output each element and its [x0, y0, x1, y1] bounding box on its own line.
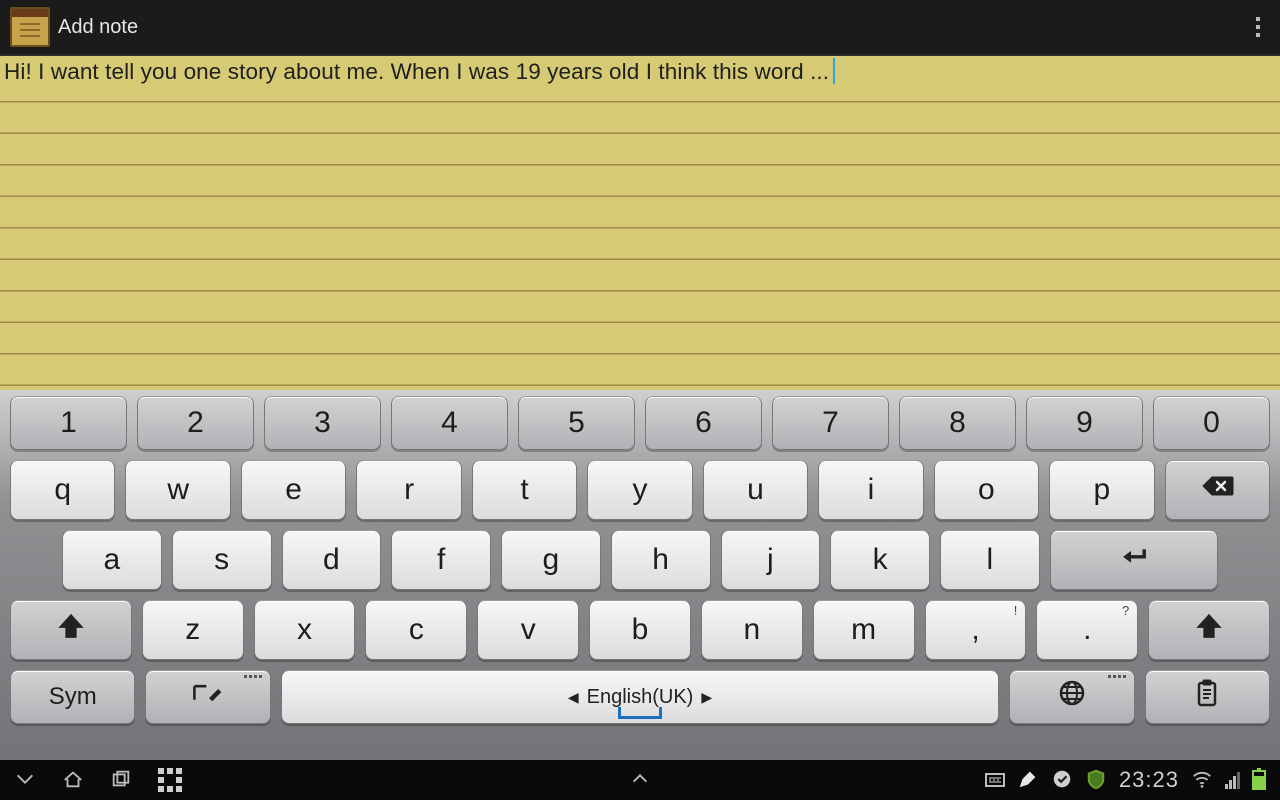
- key-enter[interactable]: [1050, 530, 1218, 590]
- screenshot-icon[interactable]: [158, 768, 182, 792]
- key-shift-right[interactable]: [1148, 600, 1270, 660]
- key-period[interactable]: .?: [1036, 600, 1138, 660]
- nav-expand-icon[interactable]: [629, 777, 651, 793]
- key-b[interactable]: b: [589, 600, 691, 660]
- key-g[interactable]: g: [501, 530, 601, 590]
- clipboard-icon: [1190, 678, 1224, 716]
- shift-up-icon: [1192, 611, 1226, 649]
- chevron-right-icon: ▶: [701, 689, 712, 706]
- system-bar: 23:23: [0, 760, 1280, 800]
- key-o[interactable]: o: [934, 460, 1039, 520]
- key-shift-left[interactable]: [10, 600, 132, 660]
- key-u[interactable]: u: [703, 460, 808, 520]
- globe-icon: [1055, 678, 1089, 716]
- nav-home-icon[interactable]: [62, 768, 84, 793]
- pencil-icon[interactable]: [1017, 768, 1039, 793]
- key-c[interactable]: c: [365, 600, 467, 660]
- key-3[interactable]: 3: [264, 396, 381, 450]
- handwriting-icon: [191, 678, 225, 716]
- chevron-left-icon: ◀: [568, 689, 579, 706]
- key-language[interactable]: [1009, 670, 1134, 724]
- key-row-home: a s d f g h j k l: [10, 530, 1270, 590]
- overflow-menu-icon[interactable]: [1246, 15, 1270, 39]
- key-h[interactable]: h: [611, 530, 711, 590]
- key-t[interactable]: t: [472, 460, 577, 520]
- key-q[interactable]: q: [10, 460, 115, 520]
- key-9[interactable]: 9: [1026, 396, 1143, 450]
- backspace-icon: [1200, 471, 1234, 509]
- key-y[interactable]: y: [587, 460, 692, 520]
- battery-icon: [1252, 770, 1266, 790]
- key-w[interactable]: w: [125, 460, 230, 520]
- key-comma[interactable]: ,!: [925, 600, 1027, 660]
- key-n[interactable]: n: [701, 600, 803, 660]
- key-row-bottom: z x c v b n m ,! .?: [10, 600, 1270, 660]
- key-8[interactable]: 8: [899, 396, 1016, 450]
- key-e[interactable]: e: [241, 460, 346, 520]
- sync-ok-icon: [1051, 768, 1073, 793]
- key-4[interactable]: 4: [391, 396, 508, 450]
- key-d[interactable]: d: [282, 530, 382, 590]
- key-f[interactable]: f: [391, 530, 491, 590]
- note-text-content: Hi! I want tell you one story about me. …: [4, 58, 835, 85]
- key-j[interactable]: j: [721, 530, 821, 590]
- key-1[interactable]: 1: [10, 396, 127, 450]
- note-editor[interactable]: Hi! I want tell you one story about me. …: [0, 56, 1280, 390]
- key-v[interactable]: v: [477, 600, 579, 660]
- enter-icon: [1117, 541, 1151, 579]
- key-m[interactable]: m: [813, 600, 915, 660]
- key-5[interactable]: 5: [518, 396, 635, 450]
- key-x[interactable]: x: [254, 600, 356, 660]
- space-bar-icon: [618, 707, 662, 719]
- key-r[interactable]: r: [356, 460, 461, 520]
- key-k[interactable]: k: [830, 530, 930, 590]
- key-handwriting[interactable]: [145, 670, 270, 724]
- key-row-numbers: 1 2 3 4 5 6 7 8 9 0: [10, 396, 1270, 450]
- longpress-dots-icon: [1108, 675, 1126, 678]
- shift-up-icon: [54, 611, 88, 649]
- security-shield-icon: [1085, 768, 1107, 793]
- key-backspace[interactable]: [1165, 460, 1270, 520]
- key-row-qwerty: q w e r t y u i o p: [10, 460, 1270, 520]
- key-s[interactable]: s: [172, 530, 272, 590]
- key-2[interactable]: 2: [137, 396, 254, 450]
- wifi-icon: [1191, 768, 1213, 793]
- key-i[interactable]: i: [818, 460, 923, 520]
- text-cursor: [833, 58, 835, 84]
- key-z[interactable]: z: [142, 600, 244, 660]
- signal-icon: [1225, 771, 1240, 789]
- key-sym[interactable]: Sym: [10, 670, 135, 724]
- key-row-fn: Sym ◀ English(UK) ▶: [10, 670, 1270, 724]
- nav-recent-icon[interactable]: [110, 768, 132, 793]
- ime-indicator-icon[interactable]: [985, 773, 1005, 787]
- soft-keyboard: 1 2 3 4 5 6 7 8 9 0 q w e r t y u i o p …: [0, 390, 1280, 760]
- space-language-label: English(UK): [587, 686, 694, 709]
- app-bar: Add note: [0, 0, 1280, 56]
- key-0[interactable]: 0: [1153, 396, 1270, 450]
- nav-back-icon[interactable]: [14, 768, 36, 793]
- longpress-dots-icon: [244, 675, 262, 678]
- key-p[interactable]: p: [1049, 460, 1154, 520]
- key-l[interactable]: l: [940, 530, 1040, 590]
- key-clipboard[interactable]: [1145, 670, 1270, 724]
- key-a[interactable]: a: [62, 530, 162, 590]
- app-title: Add note: [58, 16, 138, 39]
- app-icon: [10, 7, 50, 47]
- key-space[interactable]: ◀ English(UK) ▶: [281, 670, 999, 724]
- key-6[interactable]: 6: [645, 396, 762, 450]
- key-7[interactable]: 7: [772, 396, 889, 450]
- clock-time: 23:23: [1119, 767, 1179, 793]
